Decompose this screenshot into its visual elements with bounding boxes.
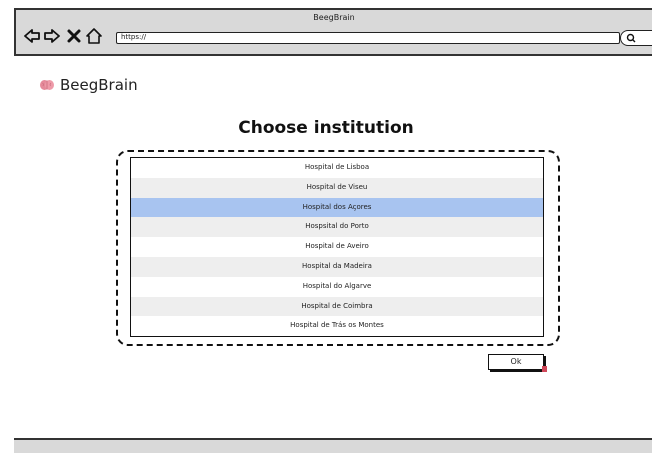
list-item[interactable]: Hospital da Madeira — [131, 256, 543, 277]
browser-toolbar: BeegBrain https:// — [14, 8, 652, 56]
close-icon[interactable] — [66, 28, 82, 44]
app-name: BeegBrain — [60, 76, 138, 94]
search-field[interactable] — [620, 30, 652, 46]
institution-list: Hospital de Lisboa Hospital de Viseu Hospi… — [130, 157, 544, 337]
list-item[interactable]: Hospital de Coimbra — [131, 296, 543, 317]
brain-icon — [40, 80, 54, 90]
ok-button[interactable]: Ok — [488, 354, 547, 372]
list-item[interactable]: Hospsital do Porto — [131, 217, 543, 238]
home-icon[interactable] — [86, 28, 102, 44]
list-item[interactable]: Hospital de Aveiro — [131, 237, 543, 257]
list-item[interactable]: Hospital do Algarve — [131, 277, 543, 297]
status-bar — [14, 438, 652, 453]
cursor-mark — [542, 366, 547, 372]
list-item[interactable]: Hospital dos Açores — [131, 197, 543, 218]
back-arrow-icon[interactable] — [24, 28, 40, 44]
search-icon — [626, 33, 636, 43]
app-logo: BeegBrain — [40, 76, 138, 94]
ok-button-label: Ok — [510, 357, 522, 366]
list-item[interactable]: Hospital de Viseu — [131, 177, 543, 198]
window-title: BeegBrain — [313, 13, 355, 22]
list-item[interactable]: Hospital de Lisboa — [131, 158, 543, 178]
toolbar-divider — [14, 54, 652, 56]
url-input[interactable]: https:// — [116, 32, 620, 44]
list-item[interactable]: Hospital de Trás os Montes — [131, 316, 543, 336]
page-title: Choose institution — [238, 118, 414, 138]
forward-arrow-icon[interactable] — [44, 28, 60, 44]
